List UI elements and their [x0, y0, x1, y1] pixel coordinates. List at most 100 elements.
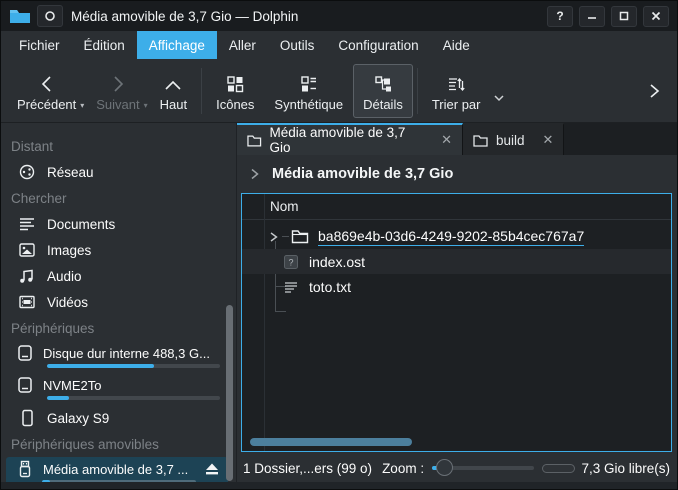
- eject-button[interactable]: [204, 462, 220, 476]
- content: Distant Réseau Chercher Documents: [1, 123, 677, 482]
- network-icon: [17, 163, 37, 181]
- sidebar-item-reseau[interactable]: Réseau: [1, 159, 236, 185]
- phone-icon: [17, 409, 37, 427]
- menu-aller[interactable]: Aller: [217, 31, 268, 59]
- folder-icon: [247, 134, 262, 147]
- eject-icon: [204, 462, 220, 476]
- zoom-slider[interactable]: [432, 459, 534, 477]
- dolphin-window: Média amovible de 3,7 Gio — Dolphin ? Fi…: [0, 0, 678, 490]
- tab-label: Média amovible de 3,7 Gio: [270, 125, 426, 155]
- file-name[interactable]: ba869e4b-03d6-4249-9202-85b4cec767a7: [318, 228, 584, 246]
- chevron-right-icon: [647, 82, 661, 100]
- maximize-button[interactable]: [611, 6, 637, 27]
- sidebar-item-audio[interactable]: Audio: [1, 263, 236, 289]
- disk-usage-bar: [42, 480, 196, 482]
- forward-button[interactable]: Suivant ▾: [86, 64, 149, 118]
- usb-drive-icon: [17, 460, 33, 478]
- tab-close-button[interactable]: ✕: [535, 132, 554, 148]
- documents-icon: [17, 215, 37, 233]
- tab-close-button[interactable]: ✕: [433, 132, 452, 148]
- view-details-button[interactable]: Détails: [353, 64, 413, 118]
- view-icons-button[interactable]: Icônes: [206, 64, 264, 118]
- sidebar-item-documents[interactable]: Documents: [1, 211, 236, 237]
- toolbar-separator: [417, 68, 418, 114]
- free-space-label: 7,3 Gio libre(s): [581, 461, 670, 476]
- view-compact-button[interactable]: Synthétique: [264, 64, 353, 118]
- places-panel: Distant Réseau Chercher Documents: [1, 123, 237, 482]
- minimize-icon: [587, 11, 597, 21]
- window-menu-icon: [44, 10, 56, 22]
- minimize-button[interactable]: [579, 6, 605, 27]
- tab-media-amovible[interactable]: Média amovible de 3,7 Gio ✕: [237, 123, 463, 155]
- section-distant: Distant: [1, 133, 236, 159]
- sidebar-item-media-amovible[interactable]: Média amovible de 3,7 ...: [6, 457, 228, 482]
- file-row-folder[interactable]: ba869e4b-03d6-4249-9202-85b4cec767a7: [242, 224, 671, 249]
- icons-view-icon: [225, 70, 245, 94]
- zoom-label: Zoom :: [382, 461, 424, 476]
- expand-chevron-icon[interactable]: [268, 231, 282, 243]
- sidebar-item-galaxy-s9[interactable]: Galaxy S9: [1, 405, 236, 431]
- toolbar-overflow-button[interactable]: [647, 82, 661, 100]
- back-history-caret-icon: ▾: [80, 101, 84, 110]
- sidebar-item-disque-interne[interactable]: Disque dur interne 488,3 G...: [1, 341, 236, 373]
- toolbar: Précédent ▾ Suivant ▾ Haut: [1, 59, 677, 123]
- section-peripheriques-amovibles: Périphériques amovibles: [1, 431, 236, 457]
- menu-aide[interactable]: Aide: [431, 31, 482, 59]
- file-name[interactable]: index.ost: [309, 254, 365, 270]
- location-bar[interactable]: Média amovible de 3,7 Gio: [237, 155, 677, 193]
- compact-view-icon: [299, 70, 319, 94]
- text-file-icon: [282, 279, 300, 295]
- window-bottom-edge: [1, 482, 677, 489]
- file-name[interactable]: toto.txt: [309, 279, 351, 295]
- section-peripheriques: Périphériques: [1, 315, 236, 341]
- dolphin-app-icon: [9, 7, 31, 25]
- back-button[interactable]: Précédent ▾: [7, 64, 86, 118]
- tab-label: build: [496, 133, 525, 148]
- file-row-index-ost[interactable]: ? index.ost: [242, 249, 671, 274]
- sort-menu-caret-icon[interactable]: [492, 93, 506, 103]
- chevron-right-icon: [108, 70, 128, 94]
- folder-icon: [291, 229, 309, 244]
- close-icon: [651, 11, 661, 21]
- file-rows: ba869e4b-03d6-4249-9202-85b4cec767a7 ? i…: [242, 220, 671, 299]
- sort-by-button[interactable]: Trier par: [422, 64, 491, 118]
- breadcrumb-chevron-icon: [249, 167, 260, 181]
- menu-outils[interactable]: Outils: [268, 31, 327, 59]
- menu-fichier[interactable]: Fichier: [7, 31, 72, 59]
- tab-build[interactable]: build ✕: [463, 123, 564, 155]
- main-area: Média amovible de 3,7 Gio ✕ build ✕ Médi…: [237, 123, 677, 482]
- menu-affichage[interactable]: Affichage: [137, 31, 217, 59]
- hard-drive-icon: [17, 376, 33, 394]
- file-view[interactable]: Nom: [241, 193, 672, 452]
- chevron-left-icon: [37, 70, 57, 94]
- menu-edition[interactable]: Édition: [72, 31, 137, 59]
- sidebar-item-nvme2to[interactable]: NVME2To: [1, 373, 236, 405]
- film-icon: [17, 293, 37, 311]
- breadcrumb-current-folder[interactable]: Média amovible de 3,7 Gio: [272, 166, 453, 182]
- selection-summary: 1 Dossier,...ers (99 o): [243, 461, 372, 476]
- sidebar-item-videos[interactable]: Vidéos: [1, 289, 236, 315]
- help-button[interactable]: ?: [547, 6, 573, 27]
- section-chercher: Chercher: [1, 185, 236, 211]
- column-header-nom[interactable]: Nom: [242, 194, 671, 220]
- zoom-slider-handle[interactable]: [436, 459, 453, 476]
- details-view-icon: [373, 70, 393, 94]
- horizontal-scrollbar[interactable]: [250, 438, 412, 446]
- menubar: Fichier Édition Affichage Aller Outils C…: [1, 31, 677, 59]
- folder-icon: [473, 134, 488, 147]
- file-row-toto-txt[interactable]: toto.txt: [242, 274, 671, 299]
- forward-history-caret-icon: ▾: [144, 101, 148, 110]
- close-button[interactable]: [643, 6, 669, 27]
- chevron-up-icon: [163, 70, 183, 94]
- titlebar: Média amovible de 3,7 Gio — Dolphin ?: [1, 1, 677, 31]
- toolbar-separator: [201, 68, 202, 114]
- hard-drive-icon: [17, 344, 33, 362]
- menu-configuration[interactable]: Configuration: [326, 31, 430, 59]
- up-button[interactable]: Haut: [150, 64, 197, 118]
- music-note-icon: [17, 267, 37, 285]
- window-title: Média amovible de 3,7 Gio — Dolphin: [71, 9, 298, 24]
- maximize-icon: [619, 11, 629, 21]
- sidebar-item-images[interactable]: Images: [1, 237, 236, 263]
- window-menu-button[interactable]: [37, 5, 63, 27]
- sidebar-scrollbar[interactable]: [226, 305, 233, 481]
